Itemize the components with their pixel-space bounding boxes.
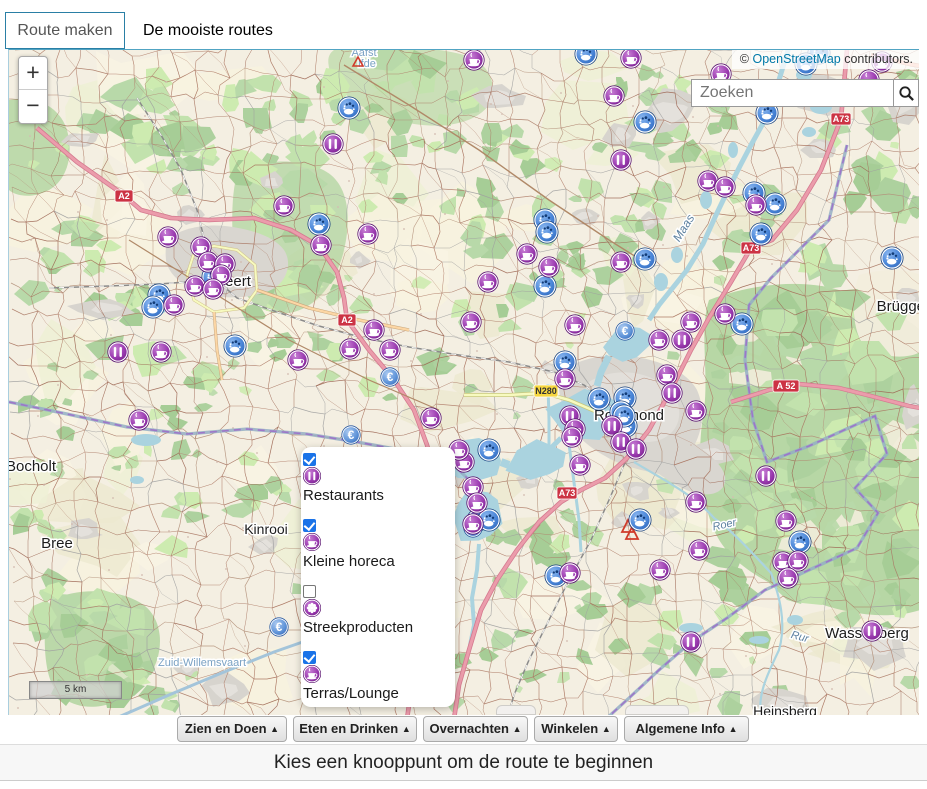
svg-text:A73: A73 [743,243,760,253]
svg-text:A2: A2 [341,315,353,325]
svg-text:N280: N280 [535,386,557,396]
svg-text:Heinsberg: Heinsberg [753,703,817,715]
svg-text:Brüggen: Brüggen [877,298,919,315]
svg-text:Bree: Bree [41,535,73,552]
svg-text:Zuid-Willemsvaart: Zuid-Willemsvaart [158,657,246,669]
svg-text:Bocholt: Bocholt [9,458,57,475]
svg-text:A 52: A 52 [777,381,796,391]
svg-text:lfde: lfde [358,58,376,70]
svg-text:A73: A73 [833,114,850,124]
svg-text:Kinrooi: Kinrooi [244,521,288,537]
svg-text:A73: A73 [559,488,576,498]
svg-text:A2: A2 [118,191,130,201]
